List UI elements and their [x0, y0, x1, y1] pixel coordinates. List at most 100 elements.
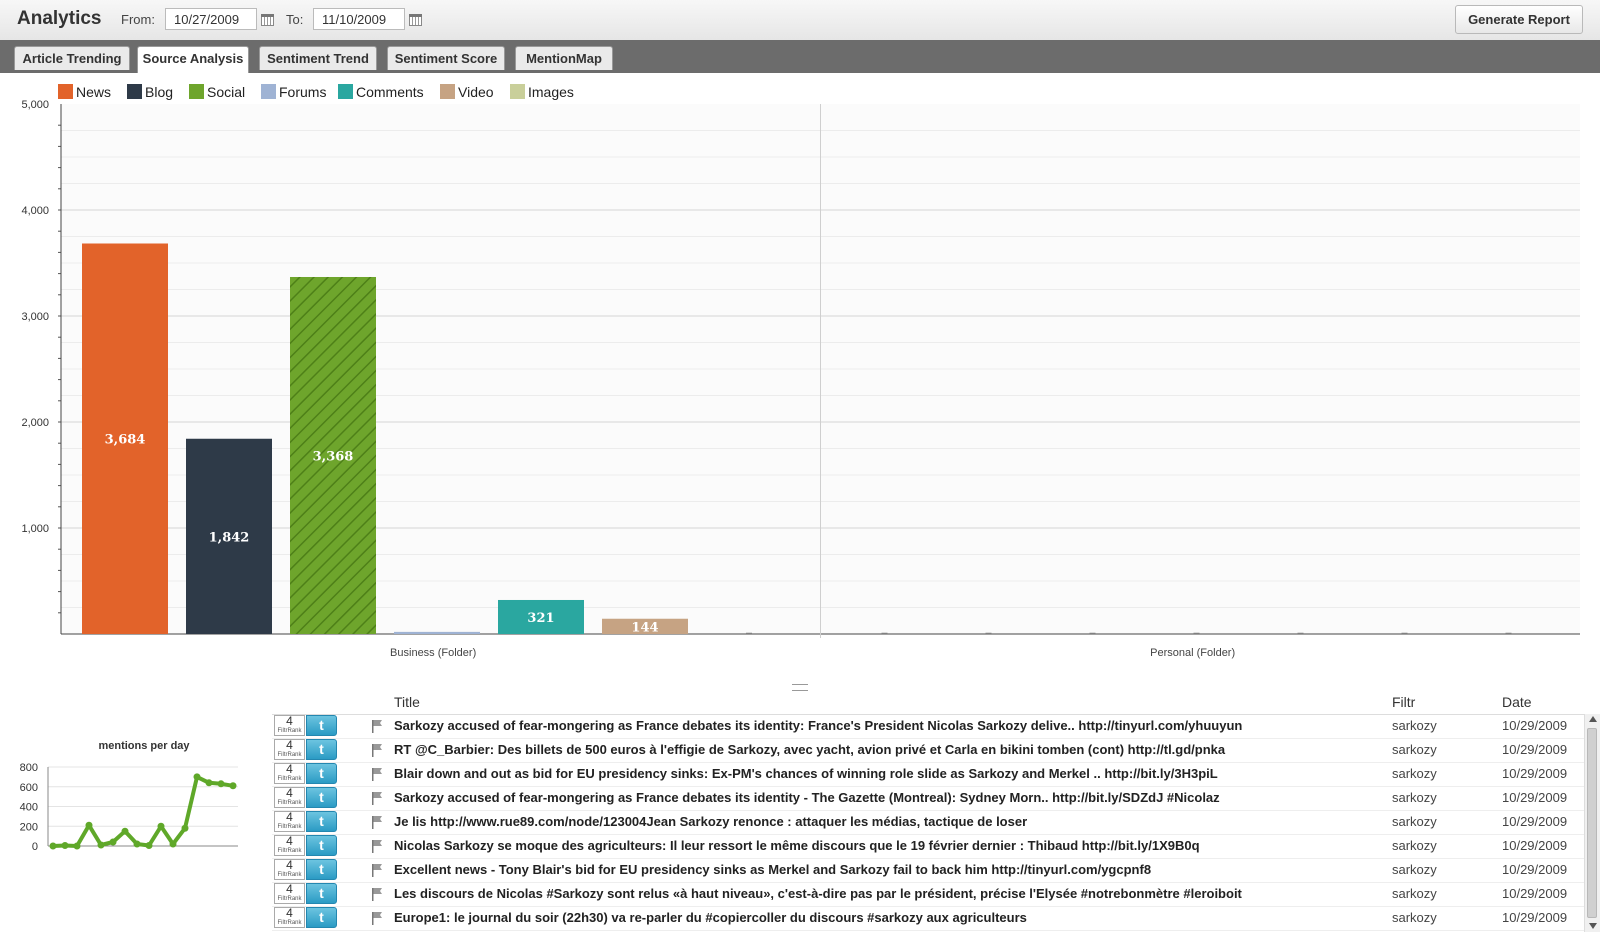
- twitter-icon[interactable]: t: [306, 715, 337, 736]
- spark-y-tick: 200: [20, 821, 38, 833]
- date-cell: 10/29/2009: [1502, 718, 1568, 733]
- rank-sublabel: FiltrRank: [277, 824, 302, 830]
- rank-sublabel: FiltrRank: [277, 752, 302, 758]
- twitter-icon[interactable]: t: [306, 739, 337, 760]
- twitter-icon[interactable]: t: [306, 787, 337, 808]
- table-scrollbar[interactable]: [1584, 714, 1600, 932]
- mention-title[interactable]: Sarkozy accused of fear-mongering as Fra…: [394, 790, 1349, 805]
- filtr-cell: sarkozy: [1392, 886, 1437, 901]
- column-header-date[interactable]: Date: [1502, 694, 1532, 710]
- spark-point: [217, 780, 225, 788]
- table-row[interactable]: 4 FiltrRank t Europe1: le journal du soir (…: [272, 906, 1584, 931]
- to-date-input[interactable]: 11/10/2009: [313, 8, 405, 30]
- spark-point: [145, 842, 153, 850]
- rank-sublabel: FiltrRank: [277, 920, 302, 926]
- filtrrank-badge: 4 FiltrRank: [274, 738, 305, 760]
- flag-icon[interactable]: [371, 863, 383, 877]
- filtr-cell: sarkozy: [1392, 910, 1437, 925]
- date-cell: 10/29/2009: [1502, 814, 1568, 829]
- table-row[interactable]: 4 FiltrRank t Les discours de Nicolas #Sark…: [272, 882, 1584, 907]
- filtr-cell: sarkozy: [1392, 718, 1437, 733]
- filtr-cell: sarkozy: [1392, 838, 1437, 853]
- twitter-icon[interactable]: t: [306, 907, 337, 928]
- filtr-cell: sarkozy: [1392, 790, 1437, 805]
- rank-sublabel: FiltrRank: [277, 776, 302, 782]
- scroll-down-icon[interactable]: [1589, 923, 1597, 929]
- flag-icon[interactable]: [371, 791, 383, 805]
- y-tick-label: 4,000: [21, 205, 49, 217]
- calendar-icon[interactable]: [261, 14, 274, 26]
- rank-value: 4: [286, 738, 293, 752]
- date-cell: 10/29/2009: [1502, 862, 1568, 877]
- column-header-title[interactable]: Title: [394, 694, 420, 710]
- tab-bar: Article Trending Source Analysis Sentime…: [0, 40, 1600, 73]
- y-tick-label: 5,000: [21, 99, 49, 111]
- tab-source-analysis[interactable]: Source Analysis: [137, 46, 249, 73]
- data-label: 321: [527, 611, 554, 626]
- date-cell: 10/29/2009: [1502, 790, 1568, 805]
- spark-title: mentions per day: [98, 740, 190, 752]
- calendar-icon[interactable]: [409, 14, 422, 26]
- mention-title[interactable]: Les discours de Nicolas #Sarkozy sont re…: [394, 886, 1349, 901]
- filtrrank-badge: 4 FiltrRank: [274, 762, 305, 784]
- table-row[interactable]: 4 FiltrRank t Sarkozy accused of fear-monge…: [272, 714, 1584, 739]
- mention-title[interactable]: Je lis http://www.rue89.com/node/123004J…: [394, 814, 1349, 829]
- generate-report-button[interactable]: Generate Report: [1455, 5, 1583, 34]
- rank-value: 4: [286, 906, 293, 920]
- flag-icon[interactable]: [371, 767, 383, 781]
- mention-title[interactable]: RT @C_Barbier: Des billets de 500 euros …: [394, 742, 1349, 757]
- scroll-thumb[interactable]: [1587, 728, 1597, 918]
- filtrrank-badge: 4 FiltrRank: [274, 810, 305, 832]
- date-cell: 10/29/2009: [1502, 838, 1568, 853]
- spark-point: [193, 773, 201, 781]
- resize-handle[interactable]: [792, 684, 808, 691]
- table-row[interactable]: 4 FiltrRank t RT @C_Barbier: Des billets de…: [272, 738, 1584, 763]
- flag-icon[interactable]: [371, 719, 383, 733]
- tab-article-trending[interactable]: Article Trending: [14, 46, 130, 70]
- filtrrank-badge: 4 FiltrRank: [274, 786, 305, 808]
- rank-value: 4: [286, 810, 293, 824]
- date-cell: 10/29/2009: [1502, 886, 1568, 901]
- tab-mentionmap[interactable]: MentionMap: [515, 46, 613, 70]
- filtrrank-badge: 4 FiltrRank: [274, 714, 305, 736]
- mention-title[interactable]: Blair down and out as bid for EU preside…: [394, 766, 1349, 781]
- spark-point: [133, 840, 141, 848]
- filtr-cell: sarkozy: [1392, 814, 1437, 829]
- spark-line: [52, 774, 234, 848]
- flag-icon[interactable]: [371, 911, 383, 925]
- spark-point: [97, 841, 105, 849]
- spark-y-tick: 800: [20, 762, 38, 774]
- twitter-icon[interactable]: t: [306, 811, 337, 832]
- scroll-up-icon[interactable]: [1589, 716, 1597, 722]
- table-row[interactable]: 4 FiltrRank t Je lis http://www.rue89.com/n…: [272, 810, 1584, 835]
- rank-sublabel: FiltrRank: [277, 872, 302, 878]
- x-category-label: Personal (Folder): [1150, 647, 1235, 659]
- flag-icon[interactable]: [371, 839, 383, 853]
- filtrrank-badge: 4 FiltrRank: [274, 906, 305, 928]
- twitter-icon[interactable]: t: [306, 859, 337, 880]
- filtrrank-badge: 4 FiltrRank: [274, 882, 305, 904]
- tab-sentiment-score[interactable]: Sentiment Score: [387, 46, 505, 70]
- date-cell: 10/29/2009: [1502, 742, 1568, 757]
- flag-icon[interactable]: [371, 815, 383, 829]
- app-title: Analytics: [17, 8, 102, 29]
- table-row[interactable]: 4 FiltrRank t Nicolas Sarkozy se moque des …: [272, 834, 1584, 859]
- flag-icon[interactable]: [371, 887, 383, 901]
- rank-sublabel: FiltrRank: [277, 728, 302, 734]
- data-label: 3,368: [313, 449, 354, 464]
- twitter-icon[interactable]: t: [306, 835, 337, 856]
- twitter-icon[interactable]: t: [306, 763, 337, 784]
- table-row[interactable]: 4 FiltrRank t Sarkozy accused of fear-monge…: [272, 786, 1584, 811]
- mention-title[interactable]: Excellent news - Tony Blair's bid for EU…: [394, 862, 1349, 877]
- mention-title[interactable]: Sarkozy accused of fear-mongering as Fra…: [394, 718, 1349, 733]
- spark-point: [169, 840, 177, 848]
- tab-sentiment-trend[interactable]: Sentiment Trend: [259, 46, 377, 70]
- table-row[interactable]: 4 FiltrRank t Blair down and out as bid for…: [272, 762, 1584, 787]
- mention-title[interactable]: Nicolas Sarkozy se moque des agriculteur…: [394, 838, 1349, 853]
- column-header-filtr[interactable]: Filtr: [1392, 694, 1415, 710]
- table-row[interactable]: 4 FiltrRank t Excellent news - Tony Blair's…: [272, 858, 1584, 883]
- twitter-icon[interactable]: t: [306, 883, 337, 904]
- mention-title[interactable]: Europe1: le journal du soir (22h30) va r…: [394, 910, 1349, 925]
- flag-icon[interactable]: [371, 743, 383, 757]
- from-date-input[interactable]: 10/27/2009: [165, 8, 257, 30]
